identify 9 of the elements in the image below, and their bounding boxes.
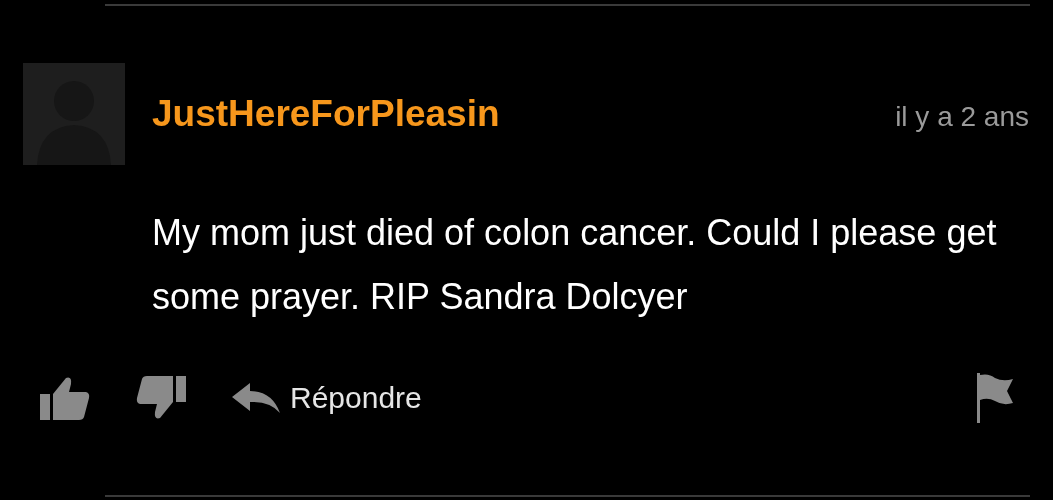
reply-button[interactable]: Répondre	[232, 381, 422, 415]
comment-text: My mom just died of colon cancer. Could I please get some prayer. RIP Sandra Dolcyer	[152, 211, 998, 319]
avatar-silhouette-icon	[23, 63, 125, 165]
thumbs-up-icon[interactable]	[40, 376, 90, 420]
flag-icon[interactable]	[977, 373, 1013, 423]
comment-time: il y a 2 ans	[895, 101, 1029, 133]
reply-arrow-icon	[232, 383, 280, 413]
thumbs-down-icon[interactable]	[136, 376, 186, 420]
username[interactable]: JustHereForPleasin	[152, 93, 500, 135]
